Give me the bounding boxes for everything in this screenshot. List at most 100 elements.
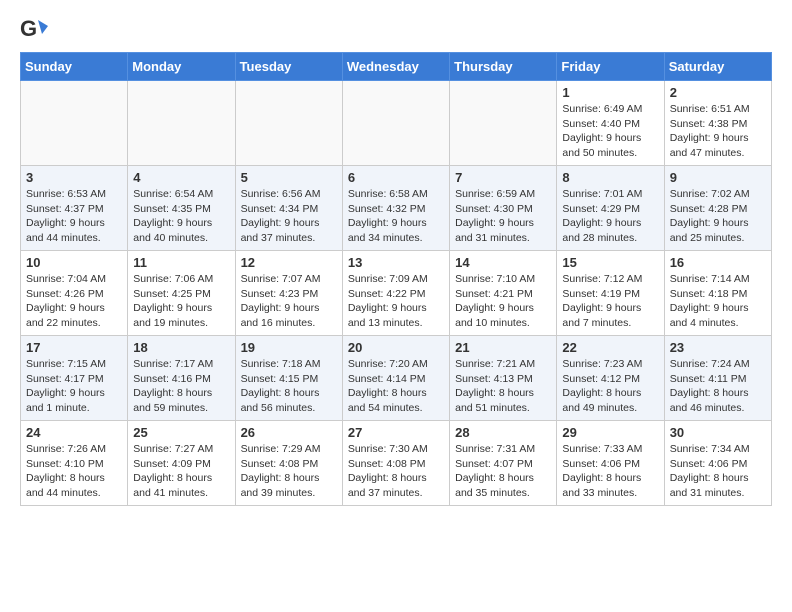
day-number: 13 [348,255,444,270]
day-number: 23 [670,340,766,355]
calendar-week-row: 10 Sunrise: 7:04 AM Sunset: 4:26 PM Dayli… [21,251,772,336]
calendar-cell: 15 Sunrise: 7:12 AM Sunset: 4:19 PM Dayli… [557,251,664,336]
day-info: Sunrise: 7:09 AM Sunset: 4:22 PM Dayligh… [348,272,444,331]
day-number: 14 [455,255,551,270]
weekday-header: Sunday [21,53,128,81]
day-number: 1 [562,85,658,100]
day-info: Sunrise: 7:24 AM Sunset: 4:11 PM Dayligh… [670,357,766,416]
day-info: Sunrise: 7:31 AM Sunset: 4:07 PM Dayligh… [455,442,551,501]
day-info: Sunrise: 7:06 AM Sunset: 4:25 PM Dayligh… [133,272,229,331]
day-info: Sunrise: 6:56 AM Sunset: 4:34 PM Dayligh… [241,187,337,246]
day-number: 4 [133,170,229,185]
day-number: 6 [348,170,444,185]
calendar-cell: 13 Sunrise: 7:09 AM Sunset: 4:22 PM Dayli… [342,251,449,336]
day-info: Sunrise: 6:49 AM Sunset: 4:40 PM Dayligh… [562,102,658,161]
calendar-cell: 7 Sunrise: 6:59 AM Sunset: 4:30 PM Daylig… [450,166,557,251]
day-info: Sunrise: 7:34 AM Sunset: 4:06 PM Dayligh… [670,442,766,501]
calendar-cell: 11 Sunrise: 7:06 AM Sunset: 4:25 PM Dayli… [128,251,235,336]
calendar-cell [21,81,128,166]
day-number: 15 [562,255,658,270]
day-number: 30 [670,425,766,440]
day-info: Sunrise: 6:58 AM Sunset: 4:32 PM Dayligh… [348,187,444,246]
logo-icon: G [20,16,48,44]
weekday-header: Thursday [450,53,557,81]
day-info: Sunrise: 7:26 AM Sunset: 4:10 PM Dayligh… [26,442,122,501]
day-number: 5 [241,170,337,185]
calendar-cell: 2 Sunrise: 6:51 AM Sunset: 4:38 PM Daylig… [664,81,771,166]
day-number: 24 [26,425,122,440]
calendar-cell: 12 Sunrise: 7:07 AM Sunset: 4:23 PM Dayli… [235,251,342,336]
day-number: 8 [562,170,658,185]
day-info: Sunrise: 7:01 AM Sunset: 4:29 PM Dayligh… [562,187,658,246]
day-info: Sunrise: 7:04 AM Sunset: 4:26 PM Dayligh… [26,272,122,331]
day-number: 7 [455,170,551,185]
day-number: 17 [26,340,122,355]
day-number: 2 [670,85,766,100]
day-number: 10 [26,255,122,270]
day-number: 3 [26,170,122,185]
weekday-header: Friday [557,53,664,81]
day-number: 16 [670,255,766,270]
day-info: Sunrise: 7:14 AM Sunset: 4:18 PM Dayligh… [670,272,766,331]
day-info: Sunrise: 7:12 AM Sunset: 4:19 PM Dayligh… [562,272,658,331]
svg-text:G: G [20,16,37,41]
calendar-week-row: 3 Sunrise: 6:53 AM Sunset: 4:37 PM Daylig… [21,166,772,251]
calendar-cell: 29 Sunrise: 7:33 AM Sunset: 4:06 PM Dayli… [557,421,664,506]
day-number: 22 [562,340,658,355]
day-info: Sunrise: 7:21 AM Sunset: 4:13 PM Dayligh… [455,357,551,416]
calendar-cell: 9Sunrise: 7:02 AM Sunset: 4:28 PM Daylig… [664,166,771,251]
calendar-cell: 18 Sunrise: 7:17 AM Sunset: 4:16 PM Dayli… [128,336,235,421]
weekday-header: Tuesday [235,53,342,81]
day-info: Sunrise: 6:54 AM Sunset: 4:35 PM Dayligh… [133,187,229,246]
calendar-cell: 10 Sunrise: 7:04 AM Sunset: 4:26 PM Dayli… [21,251,128,336]
day-number: 20 [348,340,444,355]
day-info: Sunrise: 7:17 AM Sunset: 4:16 PM Dayligh… [133,357,229,416]
day-number: 9 [670,170,766,185]
day-info: Sunrise: 6:59 AM Sunset: 4:30 PM Dayligh… [455,187,551,246]
header: G [20,16,772,44]
day-info: Sunrise: 6:51 AM Sunset: 4:38 PM Dayligh… [670,102,766,161]
calendar-table: SundayMondayTuesdayWednesdayThursdayFrid… [20,52,772,506]
calendar-cell [342,81,449,166]
day-number: 11 [133,255,229,270]
day-info: Sunrise: 7:33 AM Sunset: 4:06 PM Dayligh… [562,442,658,501]
day-number: 21 [455,340,551,355]
day-info: Sunrise: 7:07 AM Sunset: 4:23 PM Dayligh… [241,272,337,331]
calendar-cell: 28 Sunrise: 7:31 AM Sunset: 4:07 PM Dayli… [450,421,557,506]
day-info: Sunrise: 7:18 AM Sunset: 4:15 PM Dayligh… [241,357,337,416]
day-info: Sunrise: 7:27 AM Sunset: 4:09 PM Dayligh… [133,442,229,501]
day-info: Sunrise: 7:10 AM Sunset: 4:21 PM Dayligh… [455,272,551,331]
calendar-cell: 24 Sunrise: 7:26 AM Sunset: 4:10 PM Dayli… [21,421,128,506]
day-info: Sunrise: 7:23 AM Sunset: 4:12 PM Dayligh… [562,357,658,416]
calendar-cell: 21 Sunrise: 7:21 AM Sunset: 4:13 PM Dayli… [450,336,557,421]
day-number: 28 [455,425,551,440]
calendar-cell: 26Sunrise: 7:29 AM Sunset: 4:08 PM Dayli… [235,421,342,506]
calendar-week-row: 17 Sunrise: 7:15 AM Sunset: 4:17 PM Dayli… [21,336,772,421]
calendar-cell [128,81,235,166]
day-number: 19 [241,340,337,355]
day-number: 25 [133,425,229,440]
calendar-header-row: SundayMondayTuesdayWednesdayThursdayFrid… [21,53,772,81]
calendar-cell: 19 Sunrise: 7:18 AM Sunset: 4:15 PM Dayli… [235,336,342,421]
calendar-cell: 22 Sunrise: 7:23 AM Sunset: 4:12 PM Dayli… [557,336,664,421]
day-info: Sunrise: 6:53 AM Sunset: 4:37 PM Dayligh… [26,187,122,246]
calendar-cell: 3 Sunrise: 6:53 AM Sunset: 4:37 PM Daylig… [21,166,128,251]
calendar-cell: 20Sunrise: 7:20 AM Sunset: 4:14 PM Dayli… [342,336,449,421]
calendar-week-row: 1 Sunrise: 6:49 AM Sunset: 4:40 PM Daylig… [21,81,772,166]
day-info: Sunrise: 7:30 AM Sunset: 4:08 PM Dayligh… [348,442,444,501]
day-number: 27 [348,425,444,440]
calendar-cell: 27 Sunrise: 7:30 AM Sunset: 4:08 PM Dayli… [342,421,449,506]
day-number: 29 [562,425,658,440]
weekday-header: Monday [128,53,235,81]
calendar-cell [450,81,557,166]
day-number: 12 [241,255,337,270]
calendar-cell: 17 Sunrise: 7:15 AM Sunset: 4:17 PM Dayli… [21,336,128,421]
weekday-header: Saturday [664,53,771,81]
calendar-cell: 14 Sunrise: 7:10 AM Sunset: 4:21 PM Dayli… [450,251,557,336]
calendar-cell [235,81,342,166]
calendar-cell: 6 Sunrise: 6:58 AM Sunset: 4:32 PM Daylig… [342,166,449,251]
day-number: 18 [133,340,229,355]
day-info: Sunrise: 7:15 AM Sunset: 4:17 PM Dayligh… [26,357,122,416]
calendar-cell: 23 Sunrise: 7:24 AM Sunset: 4:11 PM Dayli… [664,336,771,421]
logo: G [20,16,52,44]
